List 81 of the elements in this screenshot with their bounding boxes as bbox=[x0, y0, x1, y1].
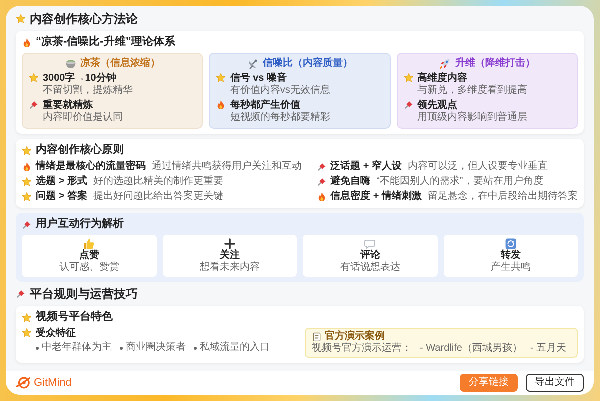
item-title: 信号 vs 噪音 bbox=[230, 73, 288, 84]
flame-icon bbox=[22, 38, 32, 48]
panel-title: 升维（降维打击） bbox=[455, 58, 536, 70]
interaction-label: 评论 bbox=[360, 250, 380, 262]
principle-description: 通过情绪共鸣获得用户关注和互动 bbox=[152, 161, 302, 173]
interaction-label: 转发 bbox=[500, 250, 521, 262]
interaction-description: 有话说想表达 bbox=[340, 262, 400, 274]
pushpin-icon bbox=[316, 177, 327, 187]
principle-description: 内容可以泛，但人设要专业垂直 bbox=[408, 161, 548, 173]
item-title: 高维度内容 bbox=[418, 73, 469, 84]
section-heading: 平台规则与运营技巧 bbox=[30, 287, 138, 301]
logo-icon bbox=[16, 376, 30, 390]
export-button[interactable]: 导出文件 bbox=[526, 374, 584, 392]
card-title: “凉茶-信噪比-升维”理论体系 bbox=[36, 36, 176, 49]
panel-title: 信噪比（内容质量） bbox=[262, 58, 353, 70]
bullet-dot bbox=[120, 346, 123, 350]
plus-icon bbox=[224, 238, 236, 250]
principle-title: 情绪是最核心的流量密码 bbox=[36, 161, 146, 173]
star-icon bbox=[22, 192, 32, 202]
principle-title: 问题 > 答案 bbox=[36, 191, 88, 203]
card-title: 用户互动行为解析 bbox=[36, 218, 124, 231]
note-text: - 五月天 bbox=[530, 343, 567, 355]
flame-icon bbox=[316, 192, 327, 202]
item-description: 有价值内容vs无效信息 bbox=[230, 85, 330, 97]
speech-bubble-icon bbox=[364, 238, 376, 250]
item-description: 用顶级内容影响到普通层 bbox=[418, 112, 528, 124]
principle-description: “不能因别人的需求”，要站在用户角度 bbox=[376, 176, 544, 188]
panel-title: 凉茶（信息浓缩） bbox=[80, 58, 161, 70]
principle-description: 好的选题比精美的制作更重要 bbox=[93, 176, 224, 188]
bullet-text: 商业圈决策者 bbox=[126, 342, 186, 354]
section-heading: 内容创作核心方法论 bbox=[30, 12, 138, 26]
star-icon bbox=[216, 73, 226, 83]
pushpin-icon bbox=[404, 100, 414, 110]
star-icon bbox=[29, 73, 39, 83]
logo-text: GitMind bbox=[34, 377, 72, 389]
star-icon bbox=[404, 73, 414, 83]
refresh-icon bbox=[504, 238, 517, 250]
card-title: 内容创作核心原则 bbox=[36, 144, 124, 157]
principle-description: 提出好问题比给出答案更关键 bbox=[93, 191, 224, 203]
star-icon bbox=[22, 312, 32, 322]
note-text: - Wardlife（西城男孩） bbox=[420, 343, 522, 355]
principle-title: 泛话题 + 窄人设 bbox=[330, 161, 402, 173]
bullet-dot bbox=[194, 346, 197, 350]
bowl-icon bbox=[64, 58, 77, 70]
item-description: 与新兑，多维度看到提高 bbox=[418, 85, 528, 97]
item-description: 内容即价值是认同 bbox=[43, 112, 123, 124]
principle-description: 留足悬念，在中后段给出期待答案 bbox=[428, 191, 578, 203]
card-title: 视频号平台特色 bbox=[36, 311, 113, 324]
bullet-dot bbox=[36, 346, 39, 350]
flame-icon bbox=[216, 100, 226, 110]
note-title: 官方演示案例 bbox=[325, 331, 385, 342]
principle-title: 选题 > 形式 bbox=[36, 176, 88, 188]
pushpin-icon bbox=[29, 100, 39, 110]
pushpin-icon bbox=[16, 289, 26, 299]
flame-icon bbox=[22, 162, 32, 172]
star-icon bbox=[22, 177, 32, 187]
interaction-description: 认可感、赞赏 bbox=[59, 262, 120, 274]
item-description: 短视频的每秒都要精彩 bbox=[230, 112, 330, 124]
pushpin-icon bbox=[316, 162, 327, 172]
thumbs-up-icon bbox=[83, 238, 96, 250]
pushpin-icon bbox=[22, 220, 32, 230]
principle-title: 信息密度 + 情绪刺激 bbox=[330, 191, 422, 203]
star-icon bbox=[22, 146, 32, 156]
item-title: 每秒都产生价值 bbox=[230, 100, 302, 112]
principle-title: 避免自嗨 bbox=[330, 176, 371, 188]
rocket-icon bbox=[439, 58, 452, 70]
item-title: 领先观点 bbox=[418, 100, 459, 112]
interaction-description: 产生共鸣 bbox=[490, 262, 531, 274]
bullet-text: 私域流量的入口 bbox=[200, 342, 270, 354]
interaction-label: 点赞 bbox=[79, 250, 100, 262]
item-title: 重要就精炼 bbox=[43, 100, 94, 112]
star-icon bbox=[16, 14, 26, 24]
item-title: 受众特征 bbox=[36, 328, 76, 340]
item-title: 3000字→10分钟 bbox=[43, 73, 118, 84]
interaction-description: 想看未来内容 bbox=[200, 262, 260, 274]
interaction-label: 关注 bbox=[220, 250, 240, 262]
note-text: 视频号官方演示运营： bbox=[312, 343, 412, 355]
star-icon bbox=[22, 328, 32, 338]
bullet-text: 中老年群体为主 bbox=[42, 342, 112, 354]
item-description: 不留切割，提炼精华 bbox=[43, 85, 133, 97]
clipboard-icon bbox=[312, 332, 322, 342]
